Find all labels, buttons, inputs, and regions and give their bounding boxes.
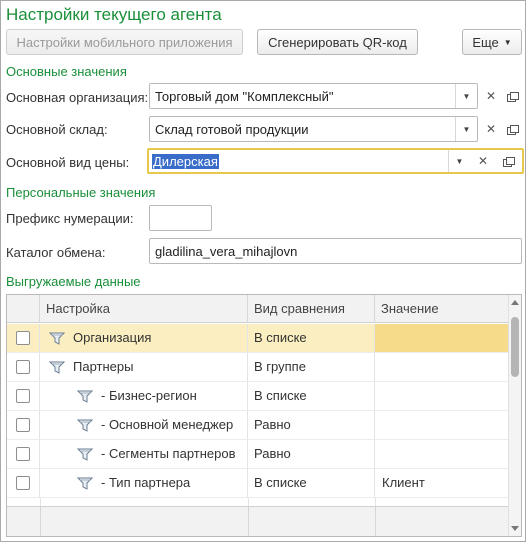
row-checkbox[interactable]: [16, 360, 30, 374]
warehouse-label: Основной склад:: [6, 122, 108, 137]
open-icon[interactable]: [501, 116, 523, 142]
warehouse-value: Склад готовой продукции: [155, 122, 309, 137]
value-cell[interactable]: Клиент: [375, 469, 509, 497]
value-cell[interactable]: [375, 324, 509, 352]
table-footer: [7, 506, 509, 536]
org-value: Торговый дом "Комплексный": [155, 89, 334, 104]
comparison-cell: В списке: [248, 324, 375, 352]
personal-section-title: Персональные значения: [6, 185, 156, 200]
export-section-title: Выгружаемые данные: [6, 274, 141, 289]
setting-name: Организация: [73, 330, 152, 345]
clear-icon[interactable]: ✕: [472, 149, 494, 173]
main-section-title: Основные значения: [6, 64, 127, 79]
value-cell[interactable]: [375, 382, 509, 410]
table-row[interactable]: Организация В списке: [7, 324, 509, 353]
filter-icon: [77, 390, 93, 403]
prefix-label: Префикс нумерации:: [6, 211, 134, 226]
org-field[interactable]: Торговый дом "Комплексный" ▼: [149, 83, 478, 109]
setting-name: - Основной менеджер: [101, 417, 234, 432]
column-header-value[interactable]: Значение: [375, 295, 509, 323]
setting-name: Партнеры: [73, 359, 134, 374]
row-checkbox-cell: [7, 440, 40, 468]
value-cell[interactable]: [375, 411, 509, 439]
row-checkbox[interactable]: [16, 331, 30, 345]
chevron-down-icon[interactable]: ▼: [448, 150, 470, 172]
open-icon[interactable]: [501, 83, 523, 109]
mobile-settings-button[interactable]: Настройки мобильного приложения: [6, 29, 243, 55]
setting-cell: Партнеры: [40, 353, 248, 381]
setting-cell: - Основной менеджер: [40, 411, 248, 439]
export-table[interactable]: Настройка Вид сравнения Значение Организ…: [6, 294, 522, 537]
filter-icon: [77, 419, 93, 432]
row-checkbox-cell: [7, 353, 40, 381]
setting-cell: - Бизнес-регион: [40, 382, 248, 410]
scroll-thumb[interactable]: [511, 317, 519, 377]
table-row[interactable]: - Тип партнера В списке Клиент: [7, 469, 509, 498]
setting-name: - Сегменты партнеров: [101, 446, 236, 461]
warehouse-field[interactable]: Склад готовой продукции ▼: [149, 116, 478, 142]
price-type-field[interactable]: Дилерская ▼ ✕: [147, 148, 524, 174]
filter-icon: [49, 332, 65, 345]
table-scrollbar[interactable]: [508, 295, 521, 536]
chevron-down-icon[interactable]: ▼: [455, 84, 477, 108]
row-checkbox[interactable]: [16, 476, 30, 490]
comparison-cell: В группе: [248, 353, 375, 381]
table-row[interactable]: - Бизнес-регион В списке: [7, 382, 509, 411]
scroll-down-icon[interactable]: [511, 526, 519, 531]
table-row[interactable]: - Основной менеджер Равно: [7, 411, 509, 440]
catalog-field[interactable]: gladilina_vera_mihajlovn: [149, 238, 522, 264]
filter-icon: [77, 448, 93, 461]
value-cell[interactable]: [375, 353, 509, 381]
price-label: Основной вид цены:: [6, 155, 130, 170]
setting-cell: - Сегменты партнеров: [40, 440, 248, 468]
setting-name: - Тип партнера: [101, 475, 191, 490]
open-icon[interactable]: [497, 149, 519, 173]
comparison-cell: В списке: [248, 382, 375, 410]
prefix-field[interactable]: [149, 205, 212, 231]
more-button[interactable]: Еще ▼: [462, 29, 522, 55]
clear-icon[interactable]: ✕: [480, 116, 502, 142]
setting-cell: Организация: [40, 324, 248, 352]
checkbox-column-header: [7, 295, 40, 323]
table-row[interactable]: Партнеры В группе: [7, 353, 509, 382]
window-title: Настройки текущего агента: [6, 5, 222, 24]
clear-icon[interactable]: ✕: [480, 83, 502, 109]
chevron-down-icon: ▼: [503, 37, 512, 47]
scroll-up-icon[interactable]: [511, 300, 519, 305]
setting-name: - Бизнес-регион: [101, 388, 197, 403]
value-cell[interactable]: [375, 440, 509, 468]
column-header-comparison[interactable]: Вид сравнения: [248, 295, 375, 323]
org-label: Основная организация:: [6, 90, 149, 105]
catalog-value: gladilina_vera_mihajlovn: [155, 244, 298, 259]
table-header: Настройка Вид сравнения Значение: [7, 295, 509, 323]
comparison-cell: В списке: [248, 469, 375, 497]
row-checkbox-cell: [7, 469, 40, 497]
row-checkbox[interactable]: [16, 447, 30, 461]
price-value: Дилерская: [152, 154, 219, 169]
row-checkbox[interactable]: [16, 418, 30, 432]
row-checkbox-cell: [7, 324, 40, 352]
catalog-label: Каталог обмена:: [6, 245, 106, 260]
agent-settings-window: Настройки текущего агента Настройки моби…: [0, 0, 526, 542]
column-header-setting[interactable]: Настройка: [40, 295, 248, 323]
row-checkbox-cell: [7, 411, 40, 439]
row-checkbox-cell: [7, 382, 40, 410]
generate-qr-button[interactable]: Сгенерировать QR-код: [257, 29, 418, 55]
chevron-down-icon[interactable]: ▼: [455, 117, 477, 141]
table-row[interactable]: - Сегменты партнеров Равно: [7, 440, 509, 469]
setting-cell: - Тип партнера: [40, 469, 248, 497]
comparison-cell: Равно: [248, 411, 375, 439]
filter-icon: [77, 477, 93, 490]
more-label: Еще: [472, 34, 499, 50]
filter-icon: [49, 361, 65, 374]
row-checkbox[interactable]: [16, 389, 30, 403]
comparison-cell: Равно: [248, 440, 375, 468]
